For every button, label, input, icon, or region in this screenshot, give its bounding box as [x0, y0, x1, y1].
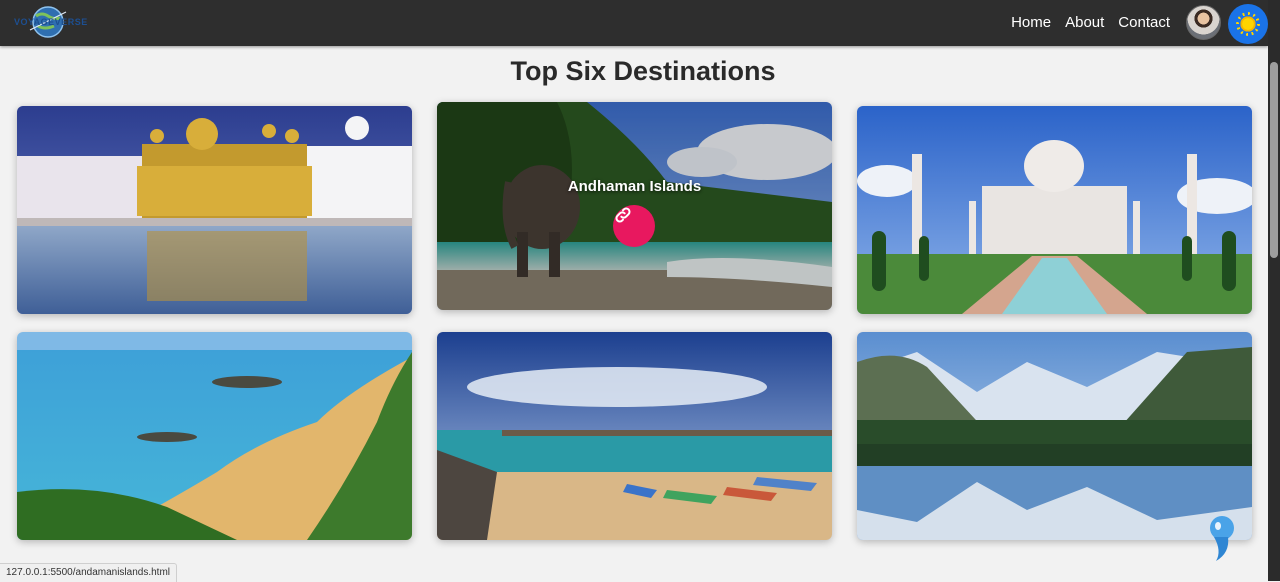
- link-icon: [615, 207, 631, 223]
- nav-contact-link[interactable]: Contact: [1118, 14, 1170, 31]
- navbar: VOYAGEVERSE Home About Contact: [0, 0, 1268, 46]
- destination-card-goa-beach[interactable]: [17, 332, 412, 540]
- theme-toggle-button[interactable]: [1228, 4, 1268, 44]
- user-avatar[interactable]: [1186, 5, 1221, 40]
- taj-mahal-image: [857, 106, 1252, 314]
- section-title: Top Six Destinations: [510, 56, 776, 86]
- scrollbar[interactable]: [1268, 0, 1280, 581]
- goa-beach-image: [17, 332, 412, 540]
- lake-mountains-image: [857, 332, 1252, 540]
- card-title: Andhaman Islands: [567, 178, 702, 195]
- nav-links: Home About Contact: [1011, 14, 1170, 31]
- destination-card-taj-mahal[interactable]: [857, 106, 1252, 314]
- nav-home-link[interactable]: Home: [1011, 14, 1051, 31]
- golden-temple-image: [17, 106, 412, 314]
- browser-status-bar: 127.0.0.1:5500/andamanislands.html: [0, 563, 178, 582]
- nav-about-link[interactable]: About: [1065, 14, 1104, 31]
- chatbot-button[interactable]: [1204, 513, 1240, 563]
- destination-card-pier-beach[interactable]: [437, 332, 832, 540]
- destination-card-golden-temple[interactable]: [17, 106, 412, 314]
- pier-beach-image: [437, 332, 832, 540]
- destination-card-lake-mountains[interactable]: [857, 332, 1252, 540]
- chatbot-icon: [1210, 516, 1234, 561]
- card-link-button[interactable]: [613, 205, 655, 247]
- logo-text: VOYAGEVERSE: [14, 17, 88, 27]
- scrollbar-thumb[interactable]: [1270, 62, 1278, 258]
- sun-icon: [1239, 15, 1257, 33]
- destination-card-andaman[interactable]: Andhaman Islands: [437, 102, 832, 310]
- site-logo[interactable]: VOYAGEVERSE: [12, 4, 92, 40]
